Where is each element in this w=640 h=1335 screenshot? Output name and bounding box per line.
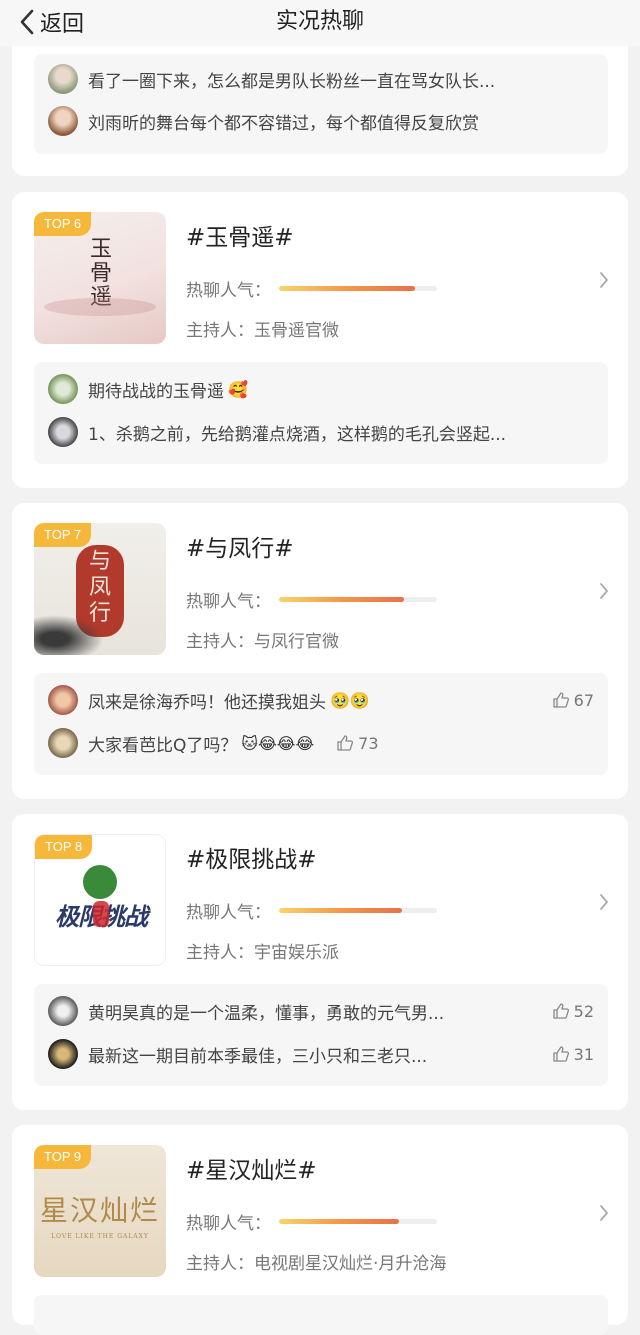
like-button[interactable]: 52	[542, 1002, 594, 1021]
host-row: 主持人：电视剧星汉灿烂·月升沧海	[186, 1249, 446, 1274]
avatar	[48, 417, 78, 447]
heat-bar	[279, 597, 437, 602]
comment-row[interactable]: 刘雨昕的舞台每个都不容错过，每个都值得反复欣赏	[48, 106, 594, 136]
host-label: 主持人：	[186, 321, 254, 341]
like-count: 52	[573, 1001, 594, 1021]
comment-row[interactable]: 凤来是徐海乔吗！他还摸我姐头 🥹🥹 67	[48, 685, 594, 715]
chevron-right-icon[interactable]	[598, 892, 610, 912]
heat-bar-fill	[279, 597, 404, 602]
comment-text: 刘雨昕的舞台每个都不容错过，每个都值得反复欣赏	[88, 113, 479, 134]
avatar	[48, 996, 78, 1026]
rank-badge: TOP 9	[34, 1145, 92, 1169]
host-row: 主持人：宇宙娱乐派	[186, 938, 339, 963]
topic-card-top9[interactable]: 星汉灿烂 LOVE LIKE THE GALAXY TOP 9 #星汉灿烂# 热…	[12, 1125, 628, 1335]
avatar	[48, 374, 78, 404]
comment-text: 黄明昊真的是一个温柔，懂事，勇敢的元气男...	[88, 1003, 445, 1024]
comments-box	[34, 1295, 608, 1335]
topic-title: #星汉灿烂#	[186, 1158, 317, 1184]
host-row: 主持人：玉骨遥官微	[186, 316, 339, 341]
host-name: 与凤行官微	[254, 632, 339, 652]
heat-bar-fill	[279, 908, 403, 913]
comment-row[interactable]: 最新这一期目前本季最佳，三小只和三老只... 31	[48, 1039, 594, 1069]
header-bar: 返回 实况热聊	[0, 0, 640, 46]
thumbnail-title: 星汉灿烂	[39, 1194, 160, 1227]
comment-row[interactable]: 大家看芭比Q了吗？ 🐱😂😂😂 73	[48, 728, 594, 758]
comment-text: 凤来是徐海乔吗！他还摸我姐头	[88, 692, 326, 713]
topic-card-top8[interactable]: 极限挑战 TOP 8 #极限挑战# 热聊人气： 主持人：宇宙娱乐派 黄明昊真的是…	[12, 814, 628, 1110]
comment-row[interactable]: 看了一圈下来，怎么都是男队长粉丝一直在骂女队长...	[48, 64, 594, 94]
topic-thumbnail: 与凤行 TOP 7	[34, 523, 166, 655]
topic-card-top6[interactable]: 玉骨遥 TOP 6 #玉骨遥# 热聊人气： 主持人：玉骨遥官微 期待战战的玉骨遥…	[12, 192, 628, 488]
like-button[interactable]: 67	[542, 691, 594, 710]
comment-row[interactable]: 1、杀鹅之前，先给鹅灌点烧酒，这样鹅的毛孔会竖起...	[48, 417, 594, 447]
comments-box: 凤来是徐海乔吗！他还摸我姐头 🥹🥹 67 大家看芭比Q了吗？ 🐱😂😂😂 73	[34, 673, 608, 775]
comments-box: 黄明昊真的是一个温柔，懂事，勇敢的元气男... 52 最新这一期目前本季最佳，三…	[34, 984, 608, 1086]
heat-label: 热聊人气：	[186, 1214, 271, 1234]
thumbs-up-icon	[337, 735, 354, 751]
avatar	[48, 728, 78, 758]
rank-badge: TOP 7	[34, 523, 92, 547]
topic-thumbnail: 玉骨遥 TOP 6	[34, 212, 166, 344]
topic-card-partial[interactable]: 看了一圈下来，怎么都是男队长粉丝一直在骂女队长... 刘雨昕的舞台每个都不容错过…	[12, 30, 628, 176]
rank-badge: TOP 8	[35, 835, 93, 859]
topic-card-top7[interactable]: 与凤行 TOP 7 #与凤行# 热聊人气： 主持人：与凤行官微 凤来是徐海乔吗！…	[12, 503, 628, 799]
host-label: 主持人：	[186, 943, 254, 963]
comment-emoji: 🥹🥹	[330, 690, 370, 710]
thumbnail-subtitle: LOVE LIKE THE GALAXY	[51, 1233, 149, 1240]
comment-emoji: 🐱😂😂😂	[241, 733, 315, 753]
comment-text: 1、杀鹅之前，先给鹅灌点烧酒，这样鹅的毛孔会竖起...	[88, 424, 507, 445]
host-label: 主持人：	[186, 632, 254, 652]
comment-text: 期待战战的玉骨遥	[88, 381, 224, 402]
like-button[interactable]: 31	[542, 1045, 594, 1064]
host-name: 电视剧星汉灿烂·月升沧海	[254, 1254, 447, 1274]
host-name: 宇宙娱乐派	[254, 943, 339, 963]
topic-thumbnail: 星汉灿烂 LOVE LIKE THE GALAXY TOP 9	[34, 1145, 166, 1277]
thumbs-up-icon	[552, 692, 569, 708]
heat-row: 热聊人气：	[186, 1209, 437, 1234]
comment-row[interactable]: 期待战战的玉骨遥 🥰	[48, 374, 594, 404]
host-name: 玉骨遥官微	[254, 321, 339, 341]
comment-text: 最新这一期目前本季最佳，三小只和三老只...	[88, 1046, 428, 1067]
heat-bar-fill	[279, 1219, 400, 1224]
topic-title: #极限挑战#	[186, 847, 317, 873]
host-label: 主持人：	[186, 1254, 254, 1274]
avatar	[48, 106, 78, 136]
heat-bar-fill	[279, 286, 415, 291]
chevron-right-icon[interactable]	[598, 270, 610, 290]
heat-label: 热聊人气：	[186, 592, 271, 612]
chevron-right-icon[interactable]	[598, 581, 610, 601]
heat-row: 热聊人气：	[186, 276, 437, 301]
comment-emoji: 🥰	[228, 379, 248, 399]
comment-text: 大家看芭比Q了吗？	[88, 735, 238, 756]
like-button[interactable]: 73	[326, 733, 379, 753]
topic-title: #玉骨遥#	[186, 225, 294, 251]
thumbs-up-icon	[552, 1003, 569, 1019]
comment-text: 看了一圈下来，怎么都是男队长粉丝一直在骂女队长...	[88, 71, 496, 92]
heat-label: 热聊人气：	[186, 903, 271, 923]
comments-box: 期待战战的玉骨遥 🥰 1、杀鹅之前，先给鹅灌点烧酒，这样鹅的毛孔会竖起...	[34, 362, 608, 464]
topic-title: #与凤行#	[186, 536, 294, 562]
comment-row[interactable]: 黄明昊真的是一个温柔，懂事，勇敢的元气男... 52	[48, 996, 594, 1026]
topic-thumbnail: 极限挑战 TOP 8	[34, 834, 166, 966]
chevron-right-icon[interactable]	[598, 1203, 610, 1223]
thumbs-up-icon	[552, 1046, 569, 1062]
heat-bar	[279, 908, 437, 913]
rank-badge: TOP 6	[34, 212, 92, 236]
heat-bar	[279, 286, 437, 291]
page-title: 实况热聊	[275, 9, 364, 34]
avatar	[48, 1039, 78, 1069]
like-count: 31	[573, 1044, 594, 1064]
avatar	[48, 64, 78, 94]
avatar	[48, 685, 78, 715]
heat-bar	[279, 1219, 437, 1224]
like-count: 67	[573, 690, 594, 710]
heat-row: 热聊人气：	[186, 898, 437, 923]
host-row: 主持人：与凤行官微	[186, 627, 339, 652]
like-count: 73	[358, 733, 379, 753]
heat-label: 热聊人气：	[186, 281, 271, 301]
heat-row: 热聊人气：	[186, 587, 437, 612]
comments-box: 看了一圈下来，怎么都是男队长粉丝一直在骂女队长... 刘雨昕的舞台每个都不容错过…	[34, 54, 608, 154]
